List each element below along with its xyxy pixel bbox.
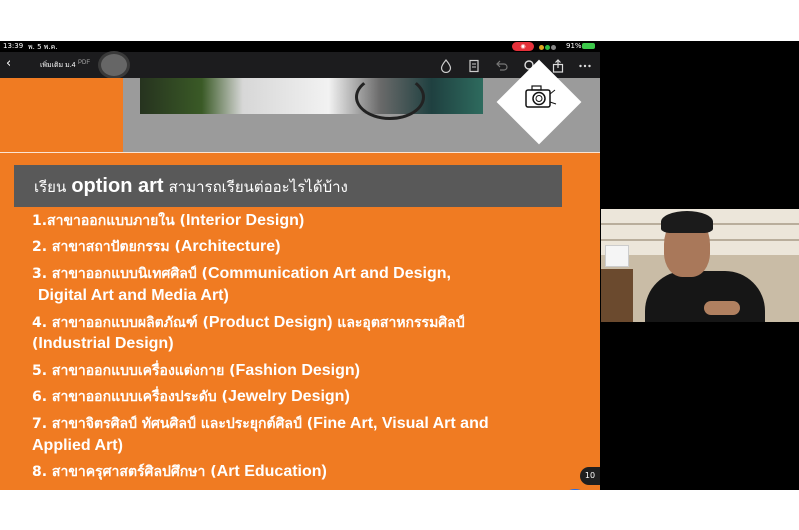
slide-heading: เรียน option art สามารถเรียนต่ออะไรได้บ้… (34, 165, 348, 207)
list-item: Digital Art and Media Art) (38, 287, 229, 304)
list-item: Applied Art) (32, 437, 123, 454)
document-icon[interactable] (467, 58, 481, 73)
annotate-button[interactable] (559, 489, 591, 490)
document-toolbar: ‹ เพิ่มเติม ม.4 PDF (0, 52, 600, 78)
battery-percent: 91% (566, 42, 582, 50)
heading-prefix: เรียน (34, 178, 67, 196)
list-item: 3. สาขาออกแบบนิเทศศิลป์ (Communication A… (32, 265, 451, 282)
participant-hair (661, 211, 713, 233)
air-conditioner (605, 245, 629, 267)
list-item: (Industrial Design) (32, 335, 174, 352)
more-icon[interactable] (578, 58, 592, 72)
slide-heading-box: เรียน option art สามารถเรียนต่ออะไรได้บ้… (14, 165, 562, 207)
status-bar: 13:39 พ. 5 พ.ค. ◉ 91% (0, 41, 600, 52)
participant-hand (704, 301, 740, 315)
undo-icon[interactable] (495, 58, 509, 72)
list-item: 8. สาขาครุศาสตร์ศิลปศึกษา (Art Education… (32, 463, 327, 480)
list-item: 7. สาขาจิตรศิลป์ ทัศนศิลป์ และประยุกต์ศิ… (32, 415, 489, 432)
document-title[interactable]: เพิ่มเติม ม.4 (40, 60, 76, 71)
video-door (601, 269, 633, 322)
back-icon[interactable]: ‹ (6, 56, 11, 71)
floating-button[interactable] (101, 54, 127, 76)
video-call-tile[interactable] (601, 209, 799, 322)
slide-photo (140, 74, 483, 120)
camera-logo-icon (522, 82, 558, 112)
tablet-screen: 13:39 พ. 5 พ.ค. ◉ 91% ‹ เพิ่มเติม ม.4 PD… (0, 41, 799, 490)
ink-drop-icon[interactable] (439, 58, 453, 74)
list-item: 2. สาขาสถาปัตยกรรม (Architecture) (32, 238, 281, 255)
heading-suffix: สามารถเรียนต่ออะไรได้บ้าง (168, 178, 348, 196)
heading-keyword: option art (71, 175, 164, 197)
slide-divider (0, 152, 600, 153)
page-number-badge[interactable]: 10 (580, 467, 600, 485)
list-item: 5. สาขาออกแบบเครื่องแต่งกาย (Fashion Des… (32, 362, 360, 379)
list-item: 1.สาขาออกแบบภายใน (Interior Design) (32, 212, 305, 229)
screen-recording-icon[interactable]: ◉ (512, 42, 534, 51)
battery-icon (582, 43, 595, 49)
list-item: 4. สาขาออกแบบผลิตภัณฑ์ (Product Design) … (32, 314, 465, 331)
presentation-slide: เรียน option art สามารถเรียนต่ออะไรได้บ้… (0, 59, 600, 490)
indicator-dots (539, 44, 557, 52)
document-type: PDF (78, 60, 90, 66)
participant-body (645, 271, 765, 322)
status-time: 13:39 (3, 42, 24, 50)
share-icon[interactable] (551, 58, 565, 73)
list-item: 6. สาขาออกแบบเครื่องประดับ (Jewelry Desi… (32, 388, 350, 405)
